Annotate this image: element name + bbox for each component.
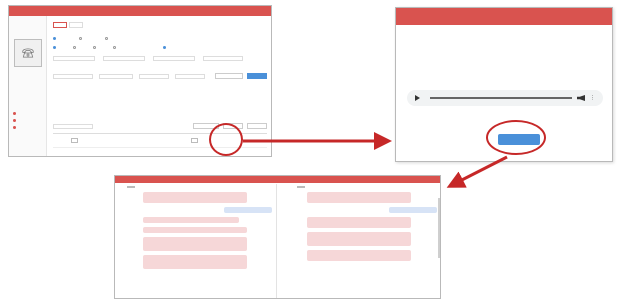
flow-arrows bbox=[243, 132, 508, 188]
arrow-to-transcript bbox=[446, 155, 508, 188]
